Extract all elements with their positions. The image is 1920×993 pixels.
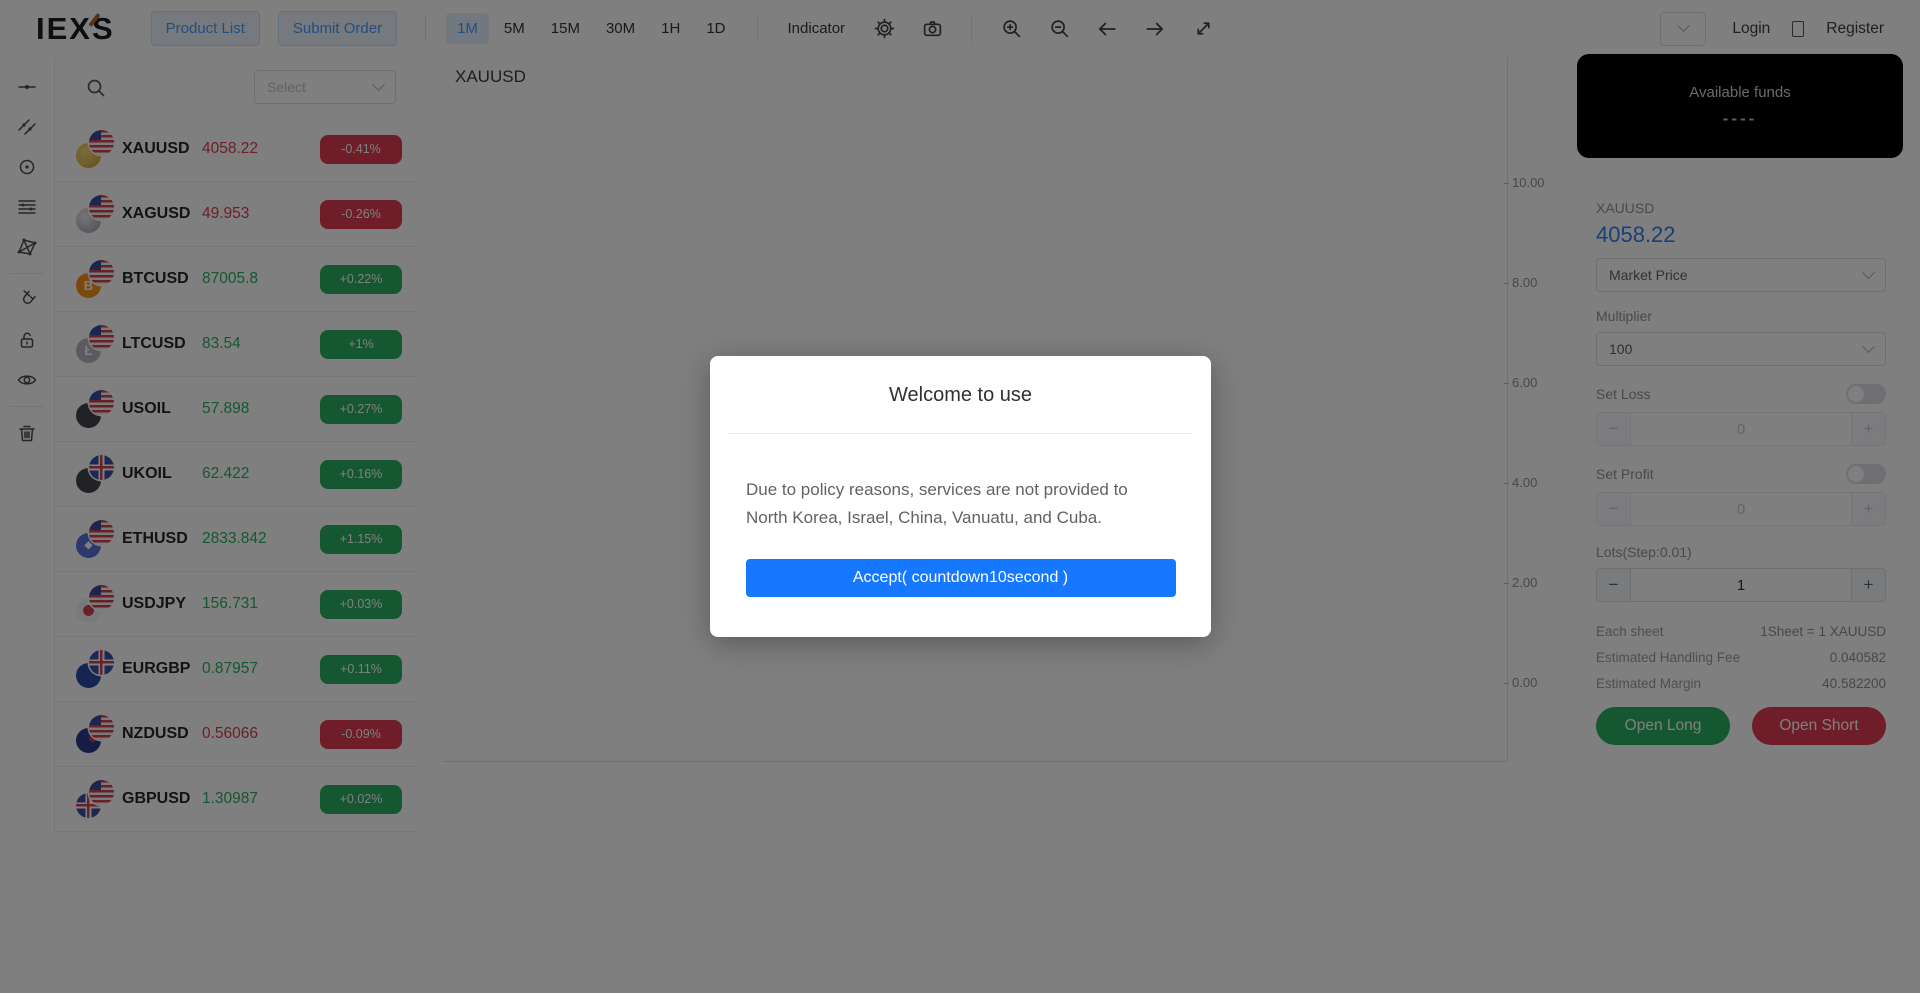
accept-button[interactable]: Accept( countdown10second ) [746,559,1176,597]
welcome-dialog: Welcome to use Due to policy reasons, se… [710,356,1211,637]
dialog-body-text: Due to policy reasons, services are not … [746,476,1171,531]
trading-app: IEXS Product List Submit Order 1M 5M 15M… [0,0,1920,993]
dialog-title: Welcome to use [710,356,1211,407]
divider [728,433,1193,434]
